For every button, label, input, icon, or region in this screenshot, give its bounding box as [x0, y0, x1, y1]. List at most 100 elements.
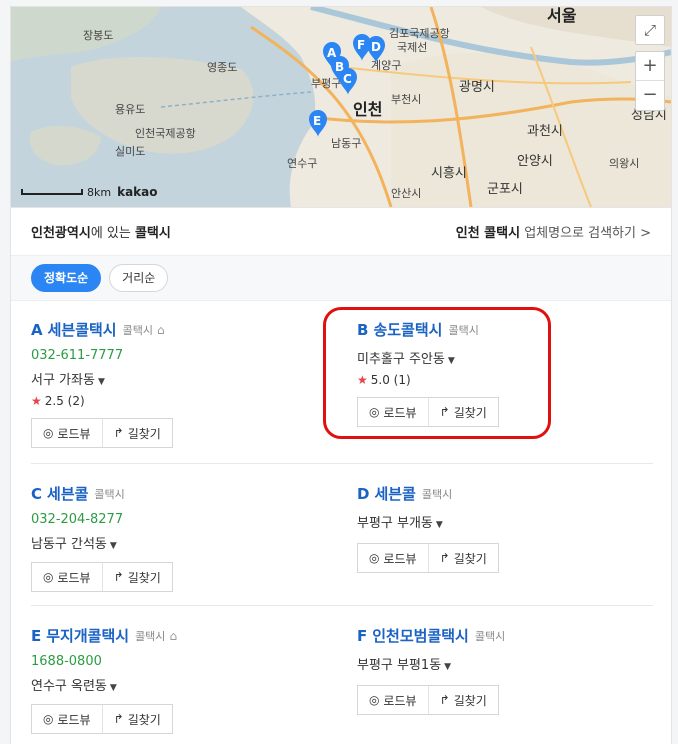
svg-text:시흥시: 시흥시	[431, 166, 467, 181]
svg-text:서울: 서울	[547, 7, 577, 25]
sort-accuracy-button[interactable]: 정확도순	[31, 264, 102, 292]
svg-text:용유도: 용유도	[115, 103, 145, 116]
result-item-a[interactable]: A 세븐콜택시 콜택시 ⌂ 032-611-7777 서구 가좌동 ▼ ★ 2.5 …	[31, 319, 331, 448]
result-title[interactable]: F 인천모범콜택시 콜택시	[357, 625, 657, 646]
scale-bar	[21, 189, 83, 195]
result-category: 콜택시	[421, 487, 453, 501]
svg-text:군포시: 군포시	[487, 182, 523, 197]
result-letter: E	[31, 626, 42, 645]
sort-distance-button[interactable]: 거리순	[109, 264, 169, 292]
expand-icon: ⤢	[643, 21, 656, 39]
fullscreen-button[interactable]: ⤢	[635, 15, 665, 45]
result-letter: A	[31, 320, 43, 339]
turn-arrow-icon: ↱	[113, 712, 124, 726]
home-icon: ⌂	[169, 628, 178, 643]
result-letter: F	[357, 626, 368, 645]
result-item-d[interactable]: D 세븐콜 콜택시 부평구 부개동 ▼ ◎ 로드뷰 ↱ 길찾기	[357, 483, 657, 573]
result-name: 세븐콜택시	[47, 321, 117, 339]
directions-button[interactable]: ↱ 길찾기	[101, 563, 173, 591]
result-name: 세븐콜	[47, 485, 89, 503]
directions-button[interactable]: ↱ 길찾기	[101, 705, 173, 733]
caret-down-icon: ▼	[435, 520, 443, 530]
result-phone[interactable]: 032-204-8277	[31, 512, 331, 527]
home-icon: ⌂	[157, 322, 165, 337]
search-prefix: 인천 콜택시	[455, 226, 521, 241]
result-title[interactable]: C 세븐콜 콜택시	[31, 483, 331, 504]
caret-down-icon: ▼	[109, 541, 117, 551]
results-caption: 인천광역시에 있는 콜택시	[31, 222, 171, 241]
result-actions: ◎ 로드뷰 ↱ 길찾기	[31, 704, 173, 734]
business-search-link[interactable]: 인천 콜택시 업체명으로 검색하기 >	[456, 222, 651, 241]
svg-text:E: E	[313, 114, 321, 128]
caret-down-icon: ▼	[444, 662, 452, 672]
search-results-panel: 장봉도 영종도 용유도 인천국제공항 실미도 김포국제공항 국제선 서울 인천 …	[10, 6, 672, 744]
highlight-annotation	[323, 307, 551, 439]
turn-arrow-icon: ↱	[113, 426, 124, 440]
sort-options: 정확도순 거리순	[11, 255, 671, 301]
svg-text:C: C	[343, 72, 352, 86]
svg-text:국제선: 국제선	[397, 41, 427, 54]
caret-down-icon: ▼	[109, 683, 117, 693]
result-title[interactable]: D 세븐콜 콜택시	[357, 483, 657, 504]
directions-button[interactable]: ↱ 길찾기	[427, 544, 499, 572]
zoom-control: + −	[635, 51, 665, 111]
svg-text:안산시: 안산시	[391, 187, 421, 200]
roadview-button[interactable]: ◎ 로드뷰	[32, 705, 102, 733]
result-title[interactable]: E 무지개콜택시 콜택시 ⌂	[31, 625, 331, 646]
search-suffix: 업체명으로 검색하기 >	[520, 226, 651, 241]
result-address[interactable]: 부평구 부개동 ▼	[357, 512, 657, 531]
result-letter: D	[357, 484, 370, 503]
result-phone[interactable]: 1688-0800	[31, 654, 331, 669]
star-icon: ★	[31, 394, 42, 408]
svg-text:의왕시: 의왕시	[609, 157, 639, 170]
map-view[interactable]: 장봉도 영종도 용유도 인천국제공항 실미도 김포국제공항 국제선 서울 인천 …	[11, 7, 671, 207]
result-actions: ◎ 로드뷰 ↱ 길찾기	[357, 685, 499, 715]
pin-icon: ◎	[368, 551, 380, 565]
roadview-button[interactable]: ◎ 로드뷰	[32, 563, 102, 591]
result-address[interactable]: 남동구 간석동 ▼	[31, 533, 331, 552]
result-actions: ◎ 로드뷰 ↱ 길찾기	[31, 562, 173, 592]
result-phone[interactable]: 032-611-7777	[31, 348, 331, 363]
result-item-e[interactable]: E 무지개콜택시 콜택시 ⌂ 1688-0800 연수구 옥련동 ▼ ◎ 로드뷰 ↱…	[31, 625, 331, 734]
result-item-f[interactable]: F 인천모범콜택시 콜택시 부평구 부평1동 ▼ ◎ 로드뷰 ↱ 길찾기	[357, 625, 657, 715]
result-address[interactable]: 서구 가좌동 ▼	[31, 369, 331, 388]
result-category: 콜택시	[135, 629, 166, 643]
svg-text:장봉도: 장봉도	[83, 29, 113, 42]
turn-arrow-icon: ↱	[113, 570, 124, 584]
result-name: 무지개콜택시	[46, 627, 130, 645]
results-header: 인천광역시에 있는 콜택시 인천 콜택시 업체명으로 검색하기 >	[11, 207, 671, 255]
keyword: 콜택시	[134, 226, 171, 241]
svg-text:과천시: 과천시	[527, 124, 563, 139]
row-divider	[31, 463, 653, 464]
result-name: 인천모범콜택시	[372, 627, 469, 645]
turn-arrow-icon: ↱	[439, 693, 450, 707]
svg-text:인천: 인천	[353, 100, 382, 119]
svg-text:F: F	[357, 38, 365, 52]
svg-text:연수구: 연수구	[287, 157, 317, 170]
roadview-button[interactable]: ◎ 로드뷰	[358, 544, 428, 572]
zoom-out-button[interactable]: −	[636, 81, 664, 110]
pin-icon: ◎	[42, 712, 54, 726]
region-name: 인천광역시	[31, 226, 91, 241]
svg-text:안양시: 안양시	[517, 154, 553, 169]
result-item-c[interactable]: C 세븐콜 콜택시 032-204-8277 남동구 간석동 ▼ ◎ 로드뷰 ↱ 길찾…	[31, 483, 331, 592]
result-address[interactable]: 부평구 부평1동 ▼	[357, 654, 657, 673]
roadview-button[interactable]: ◎ 로드뷰	[358, 686, 428, 714]
result-category: 콜택시	[474, 629, 506, 643]
roadview-button[interactable]: ◎ 로드뷰	[32, 419, 102, 447]
turn-arrow-icon: ↱	[439, 551, 450, 565]
zoom-in-button[interactable]: +	[636, 52, 664, 81]
scale-label: 8km	[87, 185, 112, 199]
map-scale: 8km kakao	[21, 185, 158, 199]
svg-text:광명시: 광명시	[459, 80, 495, 95]
directions-button[interactable]: ↱ 길찾기	[101, 419, 173, 447]
result-address[interactable]: 연수구 옥련동 ▼	[31, 675, 331, 694]
result-letter: C	[31, 484, 43, 503]
pin-icon: ◎	[42, 426, 54, 440]
result-title[interactable]: A 세븐콜택시 콜택시 ⌂	[31, 319, 331, 340]
result-actions: ◎ 로드뷰 ↱ 길찾기	[357, 543, 499, 573]
pin-icon: ◎	[368, 693, 380, 707]
result-actions: ◎ 로드뷰 ↱ 길찾기	[31, 418, 173, 448]
svg-text:부천시: 부천시	[391, 92, 421, 106]
directions-button[interactable]: ↱ 길찾기	[427, 686, 499, 714]
